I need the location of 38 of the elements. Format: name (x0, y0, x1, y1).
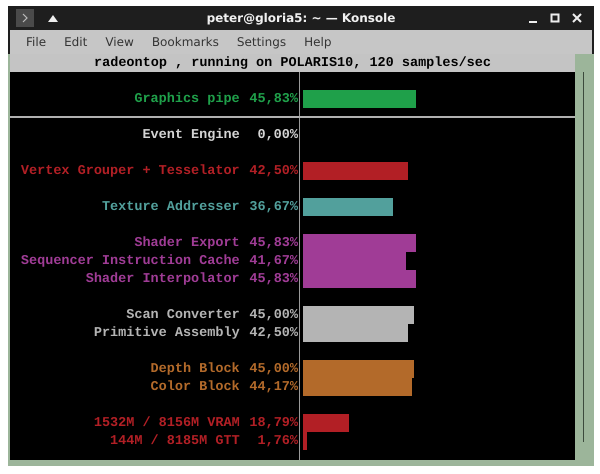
maximize-icon[interactable] (550, 13, 560, 23)
meter-label: Shader Export (134, 236, 240, 250)
menu-item[interactable]: File (18, 35, 56, 49)
meter-label: Color Block (150, 380, 240, 394)
header-text: radeontop , running on POLARIS10, 120 samples/sec (94, 56, 491, 70)
meter-percent: 1,76% (256, 434, 298, 448)
meter-label: Vertex Grouper + Tesselator (20, 164, 240, 178)
menu-item[interactable]: Bookmarks (144, 35, 229, 49)
meter-label: Shader Interpolator (86, 272, 240, 286)
meter-label: Primitive Assembly (94, 326, 240, 340)
meter-percent: 42,50% (248, 164, 298, 178)
meter-label: Depth Block (150, 362, 240, 376)
meter-percent: 45,83% (248, 92, 298, 106)
meter-label: Graphics pipe (134, 92, 240, 106)
terminal-icon[interactable] (16, 9, 34, 27)
menu-item[interactable]: Edit (56, 35, 98, 49)
meter-percent: 45,00% (248, 308, 298, 322)
meter-label: Texture Addresser (102, 200, 240, 214)
close-icon[interactable] (572, 13, 582, 23)
meter-percent: 45,83% (248, 236, 298, 250)
meter-percent: 36,67% (248, 200, 298, 214)
meter-label: 144M / 8185M GTT (110, 434, 240, 448)
meter-label: Sequencer Instruction Cache (20, 254, 240, 268)
menu-item[interactable]: View (97, 35, 144, 49)
meter-percent: 44,17% (248, 380, 298, 394)
meter-percent: 41,67% (248, 254, 298, 268)
meter-label: Scan Converter (126, 308, 240, 322)
meter-percent: 0,00% (256, 128, 298, 142)
menu-item[interactable]: Help (296, 35, 342, 49)
meter-percent: 45,83% (248, 272, 298, 286)
meter-percent: 42,50% (248, 326, 298, 340)
meter-percent: 18,79% (248, 416, 298, 430)
keep-above-icon[interactable] (48, 14, 58, 22)
menu-item[interactable]: Settings (228, 35, 296, 49)
meter-label: 1532M / 8156M VRAM (94, 416, 240, 430)
meter-percent: 45,00% (248, 362, 298, 376)
meter-label: Event Engine (142, 128, 240, 142)
window-title: peter@gloria5: ~ — Konsole (206, 11, 396, 25)
